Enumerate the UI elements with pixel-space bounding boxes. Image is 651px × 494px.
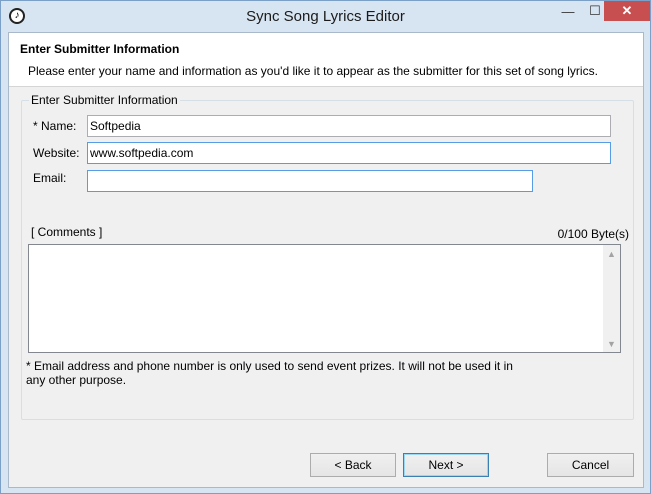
website-label: Website: bbox=[33, 146, 80, 160]
wizard-client-area: Enter Submitter Information Please enter… bbox=[8, 32, 644, 488]
group-legend: Enter Submitter Information bbox=[29, 93, 180, 107]
next-button[interactable]: Next > bbox=[403, 453, 489, 477]
title-bar[interactable]: ♪ Sync Song Lyrics Editor — ☐ ✕ bbox=[1, 1, 650, 32]
submitter-info-group: Enter Submitter Information * Name: Webs… bbox=[21, 93, 634, 420]
email-label: Email: bbox=[33, 171, 67, 185]
website-field[interactable] bbox=[87, 142, 611, 164]
email-field[interactable] bbox=[87, 170, 533, 192]
close-button[interactable]: ✕ bbox=[604, 1, 650, 21]
comments-field[interactable] bbox=[29, 245, 603, 352]
name-label: * Name: bbox=[33, 119, 77, 133]
wizard-header: Enter Submitter Information Please enter… bbox=[9, 33, 643, 87]
back-button[interactable]: < Back bbox=[310, 453, 396, 477]
scroll-up-icon[interactable]: ▲ bbox=[603, 245, 620, 262]
app-window: ♪ Sync Song Lyrics Editor — ☐ ✕ Enter Su… bbox=[0, 0, 651, 494]
scroll-down-icon[interactable]: ▼ bbox=[603, 335, 620, 352]
name-field[interactable] bbox=[87, 115, 611, 137]
comments-scrollbar[interactable]: ▲ ▼ bbox=[603, 245, 620, 352]
window-title: Sync Song Lyrics Editor bbox=[246, 8, 405, 25]
byte-counter: 0/100 Byte(s) bbox=[557, 227, 629, 241]
comments-label: [ Comments ] bbox=[31, 225, 103, 239]
cancel-button[interactable]: Cancel bbox=[547, 453, 634, 477]
page-title: Enter Submitter Information bbox=[20, 42, 180, 56]
privacy-note: * Email address and phone number is only… bbox=[26, 359, 513, 387]
minimize-button[interactable]: — bbox=[554, 1, 582, 21]
comments-box: ▲ ▼ bbox=[28, 244, 621, 353]
page-description: Please enter your name and information a… bbox=[28, 64, 598, 78]
